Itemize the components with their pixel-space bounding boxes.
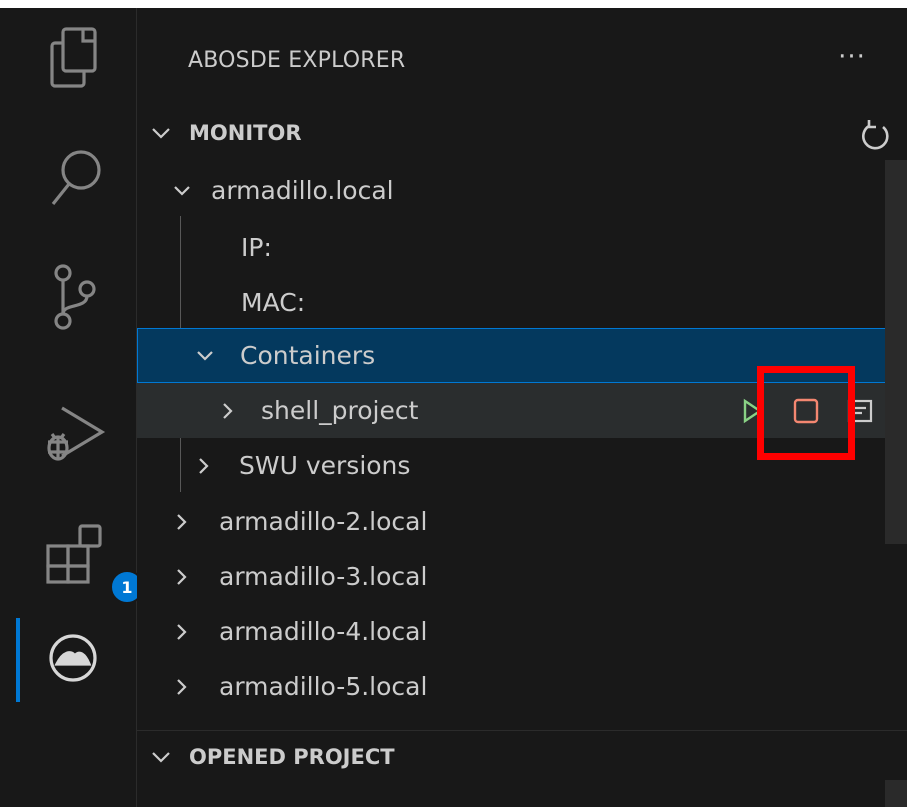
activity-source-control[interactable]	[20, 258, 130, 342]
section-divider	[137, 730, 907, 731]
chevron-right-icon	[213, 396, 243, 426]
activity-bar: 1	[0, 8, 144, 807]
sidebar-title: ABOSDE EXPLORER	[188, 48, 406, 73]
tree-item-device[interactable]: armadillo-3.local	[137, 549, 885, 604]
container-name: shell_project	[261, 396, 419, 425]
chevron-right-icon	[167, 507, 197, 537]
ip-label: IP:	[241, 233, 272, 262]
chevron-down-icon	[149, 745, 189, 769]
tree-item-shell-project[interactable]: shell_project	[137, 383, 885, 438]
chevron-down-icon	[167, 176, 197, 206]
chevron-down-icon	[190, 341, 220, 371]
tree-scrollbar[interactable]	[885, 160, 907, 544]
log-icon[interactable]	[845, 396, 875, 426]
device-name: armadillo.local	[211, 176, 394, 205]
opened-project-scrollbar[interactable]	[885, 780, 907, 807]
device-name: armadillo-2.local	[219, 507, 428, 536]
container-actions	[737, 383, 899, 438]
chevron-down-icon	[149, 121, 189, 145]
extensions-icon: 1	[42, 520, 144, 604]
tree-item-device[interactable]: armadillo-4.local	[137, 604, 885, 659]
more-actions-button[interactable]: ···	[834, 42, 870, 72]
device-name: armadillo-3.local	[219, 562, 428, 591]
activity-search[interactable]	[20, 138, 130, 222]
run-icon[interactable]	[737, 396, 767, 426]
chevron-right-icon	[167, 617, 197, 647]
chevron-right-icon	[167, 672, 197, 702]
monitor-section-header[interactable]: MONITOR	[137, 108, 907, 158]
swu-versions-label: SWU versions	[239, 451, 411, 480]
chevron-right-icon	[189, 451, 219, 481]
tree-item-device[interactable]: armadillo-5.local	[137, 659, 885, 714]
tree-item-mac[interactable]: MAC:	[137, 275, 885, 330]
activity-abosde[interactable]	[16, 618, 126, 702]
tree-item-containers[interactable]: Containers	[137, 328, 907, 383]
chevron-right-icon	[167, 562, 197, 592]
mac-label: MAC:	[241, 288, 306, 317]
opened-project-section-title: OPENED PROJECT	[189, 745, 395, 769]
files-icon	[45, 25, 105, 95]
source-control-icon	[47, 263, 103, 337]
activity-run-debug[interactable]	[20, 393, 130, 477]
tree-item-armadillo-local[interactable]: armadillo.local	[137, 163, 885, 218]
monitor-section-title: MONITOR	[189, 121, 302, 145]
activity-extensions[interactable]: 1	[20, 513, 144, 604]
run-debug-icon	[42, 398, 108, 472]
stop-icon[interactable]	[791, 396, 821, 426]
abosde-icon	[45, 630, 101, 690]
abosde-explorer-sidebar: ABOSDE EXPLORER ··· MONITOR armadillo.lo…	[137, 8, 907, 807]
app-window: 1 ABOSDE EXPLORER ··· MONITOR armadillo.…	[0, 8, 907, 807]
device-name: armadillo-4.local	[219, 617, 428, 646]
refresh-icon[interactable]	[857, 118, 893, 154]
tree-item-ip[interactable]: IP:	[137, 220, 885, 275]
activity-explorer[interactable]	[20, 18, 130, 102]
tree-item-device[interactable]: armadillo-2.local	[137, 494, 885, 549]
device-name: armadillo-5.local	[219, 672, 428, 701]
search-icon	[45, 146, 105, 214]
containers-label: Containers	[240, 341, 376, 370]
tree-item-swu-versions[interactable]: SWU versions	[137, 438, 885, 493]
opened-project-section-header[interactable]: OPENED PROJECT	[137, 732, 907, 782]
